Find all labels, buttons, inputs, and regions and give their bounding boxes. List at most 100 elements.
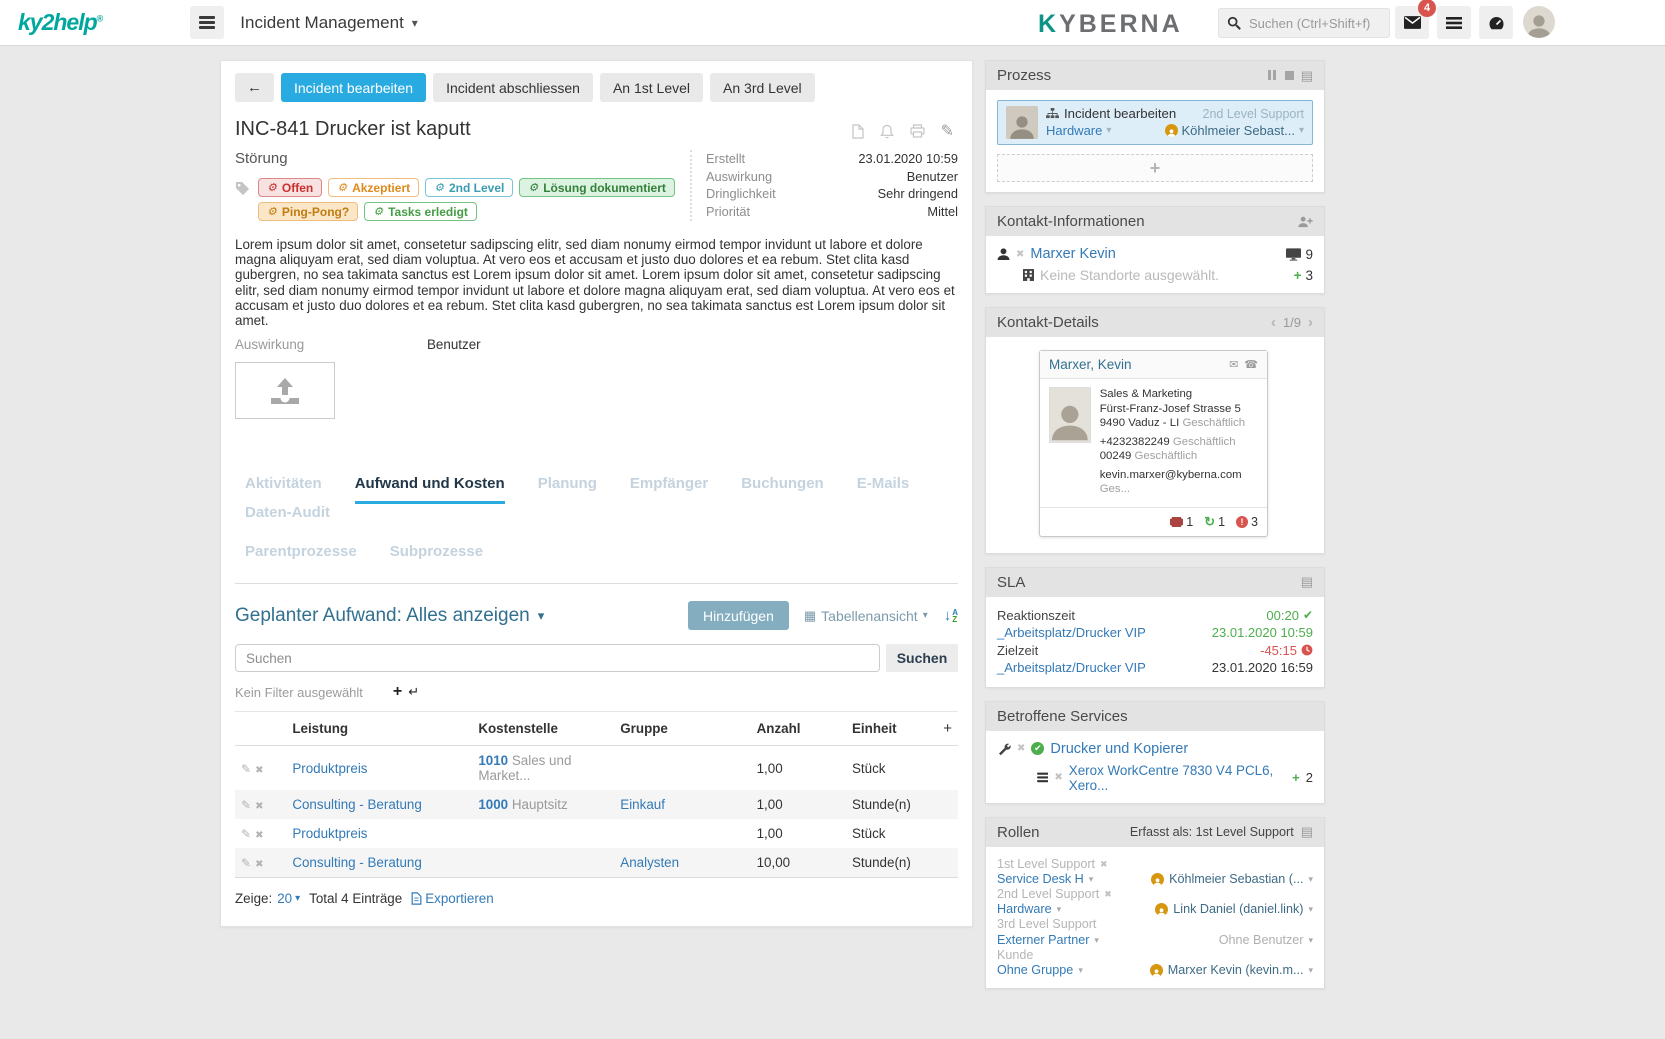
bell-icon[interactable] — [880, 124, 894, 139]
alerts-count[interactable]: ! 3 — [1236, 515, 1258, 529]
role-team-dropdown[interactable]: Hardware▾ — [997, 902, 1061, 917]
leistung-link[interactable]: Consulting - Beratung — [292, 855, 422, 870]
stop-icon[interactable] — [1285, 71, 1294, 80]
apply-filter-icon[interactable]: ↵ — [408, 684, 419, 700]
suchen-button[interactable]: Suchen — [886, 644, 958, 672]
add-column-icon[interactable]: + — [937, 712, 958, 746]
edit-icon[interactable]: ✎ — [241, 827, 251, 841]
tab-buchungen[interactable]: Buchungen — [741, 475, 824, 501]
remove-role-icon[interactable]: ✖ — [1104, 887, 1112, 902]
collapse-icon[interactable] — [1268, 67, 1278, 84]
tab-daten-audit[interactable]: Daten-Audit — [245, 504, 330, 530]
role-team-dropdown[interactable]: Service Desk H▾ — [997, 872, 1093, 887]
status-tag-offen[interactable]: ⚙Offen — [258, 178, 322, 197]
aufwand-filter-dropdown[interactable]: Geplanter Aufwand: Alles anzeigen ▾ — [235, 605, 544, 627]
export-link[interactable]: Exportieren — [411, 891, 493, 906]
kostenstelle-link[interactable]: 1000 — [478, 797, 508, 812]
add-location[interactable]: + 3 — [1294, 268, 1313, 283]
add-prozess-step-button[interactable]: + — [997, 154, 1313, 182]
gruppe-link[interactable]: Analysten — [620, 855, 679, 870]
service-link[interactable]: Drucker und Kopierer — [1050, 741, 1188, 757]
status-tag-tasks-erledigt[interactable]: ⚙Tasks erledigt — [364, 202, 477, 221]
tab-e-mails[interactable]: E-Mails — [857, 475, 910, 501]
back-button[interactable]: ← — [235, 73, 274, 102]
leistung-link[interactable]: Produktpreis — [292, 826, 367, 841]
pager-next-icon[interactable]: › — [1308, 314, 1313, 331]
attachment-dropzone[interactable] — [235, 362, 335, 419]
table-row[interactable]: ✎✖ Consulting - Beratung 1000 Hauptsitz … — [235, 790, 958, 819]
prozess-assignee[interactable]: Köhlmeier Sebast... ▾ — [1165, 123, 1304, 138]
column-leistung[interactable]: Leistung — [286, 712, 472, 746]
card-view-icon[interactable]: ▤ — [1301, 824, 1313, 840]
module-selector[interactable]: Incident Management ▾ — [240, 13, 418, 33]
tab-empfaenger[interactable]: Empfänger — [630, 475, 708, 501]
role-user-dropdown[interactable]: Ohne Benutzer▾ — [1219, 933, 1313, 948]
sla-link[interactable]: _Arbeitsplatz/Drucker VIP — [997, 624, 1212, 642]
printer-icon[interactable] — [910, 124, 925, 138]
leistung-link[interactable]: Consulting - Beratung — [292, 797, 422, 812]
global-search[interactable] — [1218, 8, 1390, 38]
delete-icon[interactable]: ✖ — [255, 765, 263, 776]
role-team-dropdown[interactable]: Ohne Gruppe▾ — [997, 963, 1083, 978]
role-user-dropdown[interactable]: Köhlmeier Sebastian (...▾ — [1151, 872, 1313, 887]
user-avatar[interactable] — [1523, 6, 1555, 38]
incident-bearbeiten-button[interactable]: Incident bearbeiten — [281, 73, 426, 102]
edit-pencil-icon[interactable]: ✎ — [941, 121, 954, 141]
edit-icon[interactable]: ✎ — [241, 798, 251, 812]
tickets-count[interactable]: 1 — [1170, 515, 1193, 529]
global-search-input[interactable] — [1247, 15, 1377, 32]
tab-parentprozesse[interactable]: Parentprozesse — [245, 543, 357, 569]
dashboard-button[interactable] — [1479, 6, 1513, 39]
column-kostenstelle[interactable]: Kostenstelle — [472, 712, 614, 746]
delete-icon[interactable]: ✖ — [255, 830, 263, 841]
table-row[interactable]: ✎✖ Produktpreis 1010 Sales und Market...… — [235, 746, 958, 791]
leistung-link[interactable]: Produktpreis — [292, 761, 367, 776]
column-anzahl[interactable]: Anzahl — [751, 712, 846, 746]
delete-icon[interactable]: ✖ — [255, 801, 263, 812]
an-1st-level-button[interactable]: An 1st Level — [600, 73, 703, 102]
remove-asset-icon[interactable]: ✖ — [1054, 772, 1062, 783]
add-filter-icon[interactable]: + — [393, 683, 402, 701]
hinzufuegen-button[interactable]: Hinzufügen — [688, 601, 789, 630]
gruppe-link[interactable]: Einkauf — [620, 797, 665, 812]
contact-link[interactable]: Marxer Kevin — [1030, 246, 1115, 262]
ky2help-logo[interactable]: ky2help® — [18, 9, 102, 36]
edit-icon[interactable]: ✎ — [241, 762, 251, 776]
sla-link[interactable]: _Arbeitsplatz/Drucker VIP — [997, 659, 1212, 677]
card-view-icon[interactable]: ▤ — [1301, 574, 1313, 590]
table-row[interactable]: ✎✖ Produktpreis 1,00 Stück — [235, 819, 958, 848]
an-3rd-level-button[interactable]: An 3rd Level — [710, 73, 815, 102]
aufwand-search-input[interactable] — [235, 644, 880, 672]
column-einheit[interactable]: Einheit — [846, 712, 937, 746]
document-icon[interactable] — [852, 124, 864, 139]
tab-aufwand-und-kosten[interactable]: Aufwand und Kosten — [355, 475, 505, 504]
prozess-group-link[interactable]: Hardware — [1046, 123, 1102, 138]
remove-contact-icon[interactable]: ✖ — [1016, 249, 1024, 260]
delete-icon[interactable]: ✖ — [255, 859, 263, 870]
table-row[interactable]: ✎✖ Consulting - Beratung Analysten 10,00… — [235, 848, 958, 878]
status-tag-akzeptiert[interactable]: ⚙Akzeptiert — [328, 178, 419, 197]
pager-prev-icon[interactable]: ‹ — [1271, 314, 1276, 331]
role-user-dropdown[interactable]: Marxer Kevin (kevin.m...▾ — [1150, 963, 1313, 978]
column-gruppe[interactable]: Gruppe — [614, 712, 750, 746]
menu-toggle-button[interactable] — [190, 6, 224, 39]
asset-link[interactable]: Xerox WorkCentre 7830 V4 PCL6, Xero... — [1069, 763, 1286, 793]
contact-devices[interactable]: 9 — [1286, 247, 1313, 262]
tab-aktivitaeten[interactable]: Aktivitäten — [245, 475, 322, 501]
mail-icon[interactable]: ✉ — [1229, 358, 1238, 371]
task-list-button[interactable] — [1437, 6, 1471, 39]
sync-count[interactable]: ↻ 1 — [1204, 514, 1225, 530]
role-user-dropdown[interactable]: Link Daniel (daniel.link)▾ — [1155, 902, 1313, 917]
tabellenansicht-dropdown[interactable]: ▦ Tabellenansicht ▾ — [804, 608, 928, 624]
status-tag-loesung-dokumentiert[interactable]: ⚙Lösung dokumentiert — [519, 178, 675, 197]
remove-role-icon[interactable]: ✖ — [1100, 857, 1108, 872]
status-tag-ping-pong[interactable]: ⚙Ping-Pong? — [258, 202, 358, 221]
page-size-dropdown[interactable]: 20▾ — [277, 891, 300, 906]
tab-subprozesse[interactable]: Subprozesse — [390, 543, 483, 569]
person-add-icon[interactable] — [1298, 216, 1313, 228]
tab-planung[interactable]: Planung — [538, 475, 597, 501]
kostenstelle-link[interactable]: 1010 — [478, 753, 508, 768]
plus-icon[interactable]: + — [1292, 770, 1300, 785]
edit-icon[interactable]: ✎ — [241, 856, 251, 870]
messages-button[interactable]: 4 — [1395, 6, 1429, 39]
